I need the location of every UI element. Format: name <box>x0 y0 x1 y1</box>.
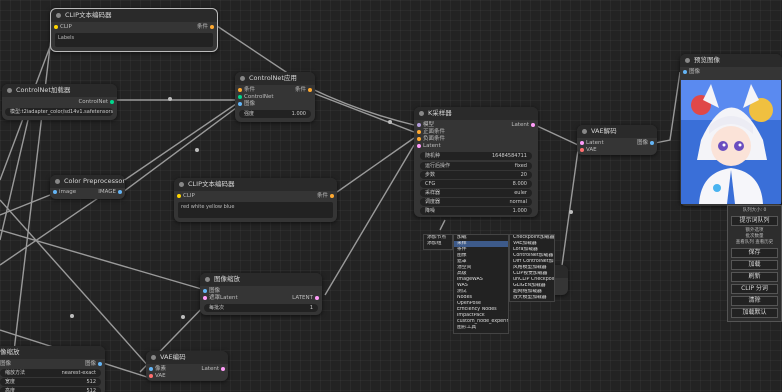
input-controlnet[interactable]: ControlNet <box>236 94 274 101</box>
menu-item-add-group[interactable]: 添加组 <box>424 241 452 247</box>
input-latent[interactable]: Latent <box>578 140 604 147</box>
steps-widget[interactable]: 步数 20 <box>420 171 532 179</box>
clip-tokenize-button[interactable]: CLIP 分词 <box>731 284 778 294</box>
view-history-button[interactable]: 查看历史 <box>755 240 773 245</box>
output-image[interactable]: IMAGE <box>98 189 124 196</box>
node-graph-canvas[interactable]: CLIP文本编码器 CLIP 条件 Labels ControlNet加载器 C… <box>0 0 782 392</box>
refresh-button[interactable]: 刷新 <box>731 272 778 282</box>
image-scale-node[interactable]: 图像缩放 图像 遮罩Latent LATENT 每批次 1 <box>200 273 322 315</box>
input-positive[interactable]: 正面条件 <box>415 129 445 136</box>
batch-widget[interactable]: 每批次 1 <box>204 304 318 312</box>
input-image[interactable]: 图像 <box>236 101 255 108</box>
strength-slider[interactable]: 强度 1.000 <box>239 110 311 118</box>
controlnet-apply-node[interactable]: ControlNet应用 条件 ControlNet 图像 条件 强度 1.000 <box>235 72 315 122</box>
output-conditioning[interactable]: 条件 <box>197 24 216 31</box>
queue-panel: 队列大小: 0 提示词队列 额外选项 批次数量 查看队列 查看历史 保存 加载 … <box>727 205 782 322</box>
node-title: 图像缩放 <box>200 273 322 286</box>
node-title: 像缩放 <box>0 346 105 359</box>
vae-decode-node[interactable]: VAE解码 Latent VAE 图像 <box>577 125 657 155</box>
wire <box>534 124 579 146</box>
model-select[interactable]: 模型:t2iadapter_color/sd14v1.safetensors <box>5 108 113 116</box>
clip-text-encode-node-mid[interactable]: CLIP文本编码器 CLIP 条件 red white yellow blue <box>174 178 337 222</box>
cfg-widget[interactable]: CFG 8.000 <box>420 180 532 188</box>
menu-item[interactable]: 放大模型加载器 <box>510 295 554 301</box>
denoise-widget[interactable]: 降噪 1.000 <box>420 207 532 215</box>
node-title: ControlNet应用 <box>235 72 315 85</box>
vae-encode-node[interactable]: VAE编码 像素 VAE Latent <box>146 351 228 381</box>
save-button[interactable]: 保存 <box>731 248 778 258</box>
controlnet-loader-node[interactable]: ControlNet加载器 ControlNet 模型:t2iadapter_c… <box>2 84 117 120</box>
output-conditioning[interactable]: 条件 <box>317 193 336 200</box>
input-vae[interactable]: VAE <box>147 373 166 380</box>
input-model[interactable]: 模型 <box>415 122 434 129</box>
input-vae[interactable]: VAE <box>578 147 597 154</box>
output-image[interactable]: 图像 <box>85 361 104 368</box>
input-latent[interactable]: Latent <box>415 143 441 150</box>
view-queue-button[interactable]: 查看队列 <box>736 240 754 245</box>
context-menu-categories[interactable]: 加载 采样 条件 图像 遮罩 潜空间 高级 ImageWAS WAS 测试 No… <box>453 234 509 334</box>
node-title: CLIP文本编码器 <box>174 178 337 191</box>
wire <box>439 219 446 231</box>
image-upscale-node[interactable]: 像缩放 图像 图像 缩放方法 nearest-exact 宽度 512 高度 512 <box>0 346 105 392</box>
clip-text-encode-node-top[interactable]: CLIP文本编码器 CLIP 条件 Labels <box>50 8 218 52</box>
output-latent[interactable]: LATENT <box>292 295 321 302</box>
prompt-textarea[interactable]: red white yellow blue <box>178 202 333 218</box>
method-widget[interactable]: 缩放方法 nearest-exact <box>0 369 101 377</box>
context-menu-root[interactable]: 添加节点 添加组 <box>423 234 453 250</box>
wire <box>654 71 681 144</box>
node-title: 预览图像 <box>680 54 782 67</box>
ksampler-node[interactable]: K采样器 模型 正面条件 负面条件 Latent Latent 随机种 16484… <box>414 107 538 217</box>
scheduler-widget[interactable]: 调度器 normal <box>420 198 532 206</box>
preview-image-thumbnail <box>681 80 781 204</box>
input-image[interactable]: 图像 <box>0 361 11 368</box>
load-button[interactable]: 加载 <box>731 260 778 270</box>
output-conditioning[interactable]: 条件 <box>295 87 314 94</box>
preview-image-node[interactable]: 预览图像 图像 <box>680 54 782 206</box>
input-image[interactable]: image <box>51 189 76 196</box>
context-menu-loaders[interactable]: Checkpoint加载器 VAE加载器 Lora加载器 ControlNet加… <box>509 234 555 302</box>
input-clip[interactable]: CLIP <box>175 193 195 200</box>
menu-item[interactable]: 图形工具 <box>454 325 508 331</box>
node-title: CLIP文本编码器 <box>51 9 217 22</box>
input-clip[interactable]: CLIP <box>52 24 72 31</box>
node-title: Color Preprocessor <box>50 175 125 188</box>
input-negative[interactable]: 负面条件 <box>415 136 445 143</box>
output-image[interactable]: 图像 <box>637 140 656 147</box>
wire <box>0 229 206 291</box>
seed-widget[interactable]: 随机种 16484584711 <box>420 152 532 160</box>
input-pixels[interactable]: 像素 <box>147 366 166 373</box>
wire <box>304 89 415 133</box>
node-title: VAE解码 <box>577 125 657 138</box>
input-latent[interactable]: 遮罩Latent <box>201 295 238 302</box>
wire <box>324 144 415 296</box>
output-latent[interactable]: Latent <box>511 122 537 129</box>
input-image[interactable]: 图像 <box>201 288 220 295</box>
clear-button[interactable]: 清除 <box>731 296 778 306</box>
control-after-widget[interactable]: 运行后操作 fixed <box>420 162 532 170</box>
color-preprocessor-node[interactable]: Color Preprocessor image IMAGE <box>50 175 125 199</box>
sampler-widget[interactable]: 采样器 euler <box>420 189 532 197</box>
collapse-dot-icon[interactable] <box>56 13 61 18</box>
wire <box>559 149 579 281</box>
node-title: K采样器 <box>414 107 538 120</box>
input-image[interactable]: 图像 <box>681 69 700 76</box>
node-title: VAE编码 <box>146 351 228 364</box>
input-conditioning[interactable]: 条件 <box>236 87 255 94</box>
prompt-textarea[interactable]: Labels <box>55 33 213 47</box>
node-title: ControlNet加载器 <box>2 84 117 97</box>
queue-history-row: 查看队列 查看历史 <box>728 240 781 246</box>
output-controlnet[interactable]: ControlNet <box>78 99 116 106</box>
queue-size-label: 队列大小: 0 <box>742 208 767 213</box>
width-widget[interactable]: 宽度 512 <box>0 378 101 386</box>
height-widget[interactable]: 高度 512 <box>0 387 101 392</box>
load-default-button[interactable]: 加载默认 <box>731 308 778 318</box>
title-text: CLIP文本编码器 <box>65 11 112 19</box>
queue-prompt-button[interactable]: 提示词队列 <box>731 216 778 226</box>
output-latent[interactable]: Latent <box>201 366 227 373</box>
